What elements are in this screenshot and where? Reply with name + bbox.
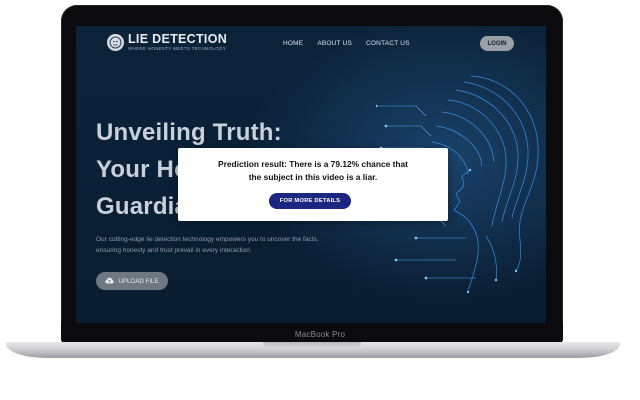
headline-line: Unveiling Truth: — [96, 119, 282, 146]
upload-file-button[interactable]: UPLOAD FILE — [96, 272, 168, 290]
upload-file-label: UPLOAD FILE — [118, 277, 159, 285]
laptop-base-notch — [263, 342, 361, 348]
cloud-upload-icon — [105, 277, 115, 286]
hero-description: Our cutting-edge lie detection technolog… — [96, 236, 319, 254]
result-line: the subject in this video is a liar. — [248, 172, 378, 182]
prediction-result-modal: Prediction result: There is a 79.12% cha… — [178, 148, 448, 221]
nav-item-contact-us[interactable]: CONTACT US — [366, 40, 410, 47]
nav-links: HOME ABOUT US CONTACT US — [283, 40, 424, 47]
login-button[interactable]: LOGIN — [480, 36, 514, 51]
more-details-button[interactable]: FOR MORE DETAILS — [269, 193, 351, 209]
top-nav: LIE DETECTION WHERE HONESTY MEETS TECHNO… — [76, 26, 546, 62]
nav-item-home[interactable]: HOME — [283, 40, 303, 47]
brand-logo[interactable]: LIE DETECTION WHERE HONESTY MEETS TECHNO… — [107, 33, 227, 52]
brand-title: LIE DETECTION — [128, 32, 228, 46]
nav-item-about-us[interactable]: ABOUT US — [317, 40, 352, 47]
laptop-screen: LIE DETECTION WHERE HONESTY MEETS TECHNO… — [76, 26, 546, 323]
brand-tagline: WHERE HONESTY MEETS TECHNOLOGY — [128, 46, 227, 51]
prediction-result-text: Prediction result: There is a 79.12% cha… — [178, 158, 448, 184]
device-model-label: MacBook Pro — [294, 330, 346, 339]
face-logo-icon — [107, 34, 124, 51]
result-line: Prediction result: There is a 79.12% cha… — [218, 159, 408, 169]
